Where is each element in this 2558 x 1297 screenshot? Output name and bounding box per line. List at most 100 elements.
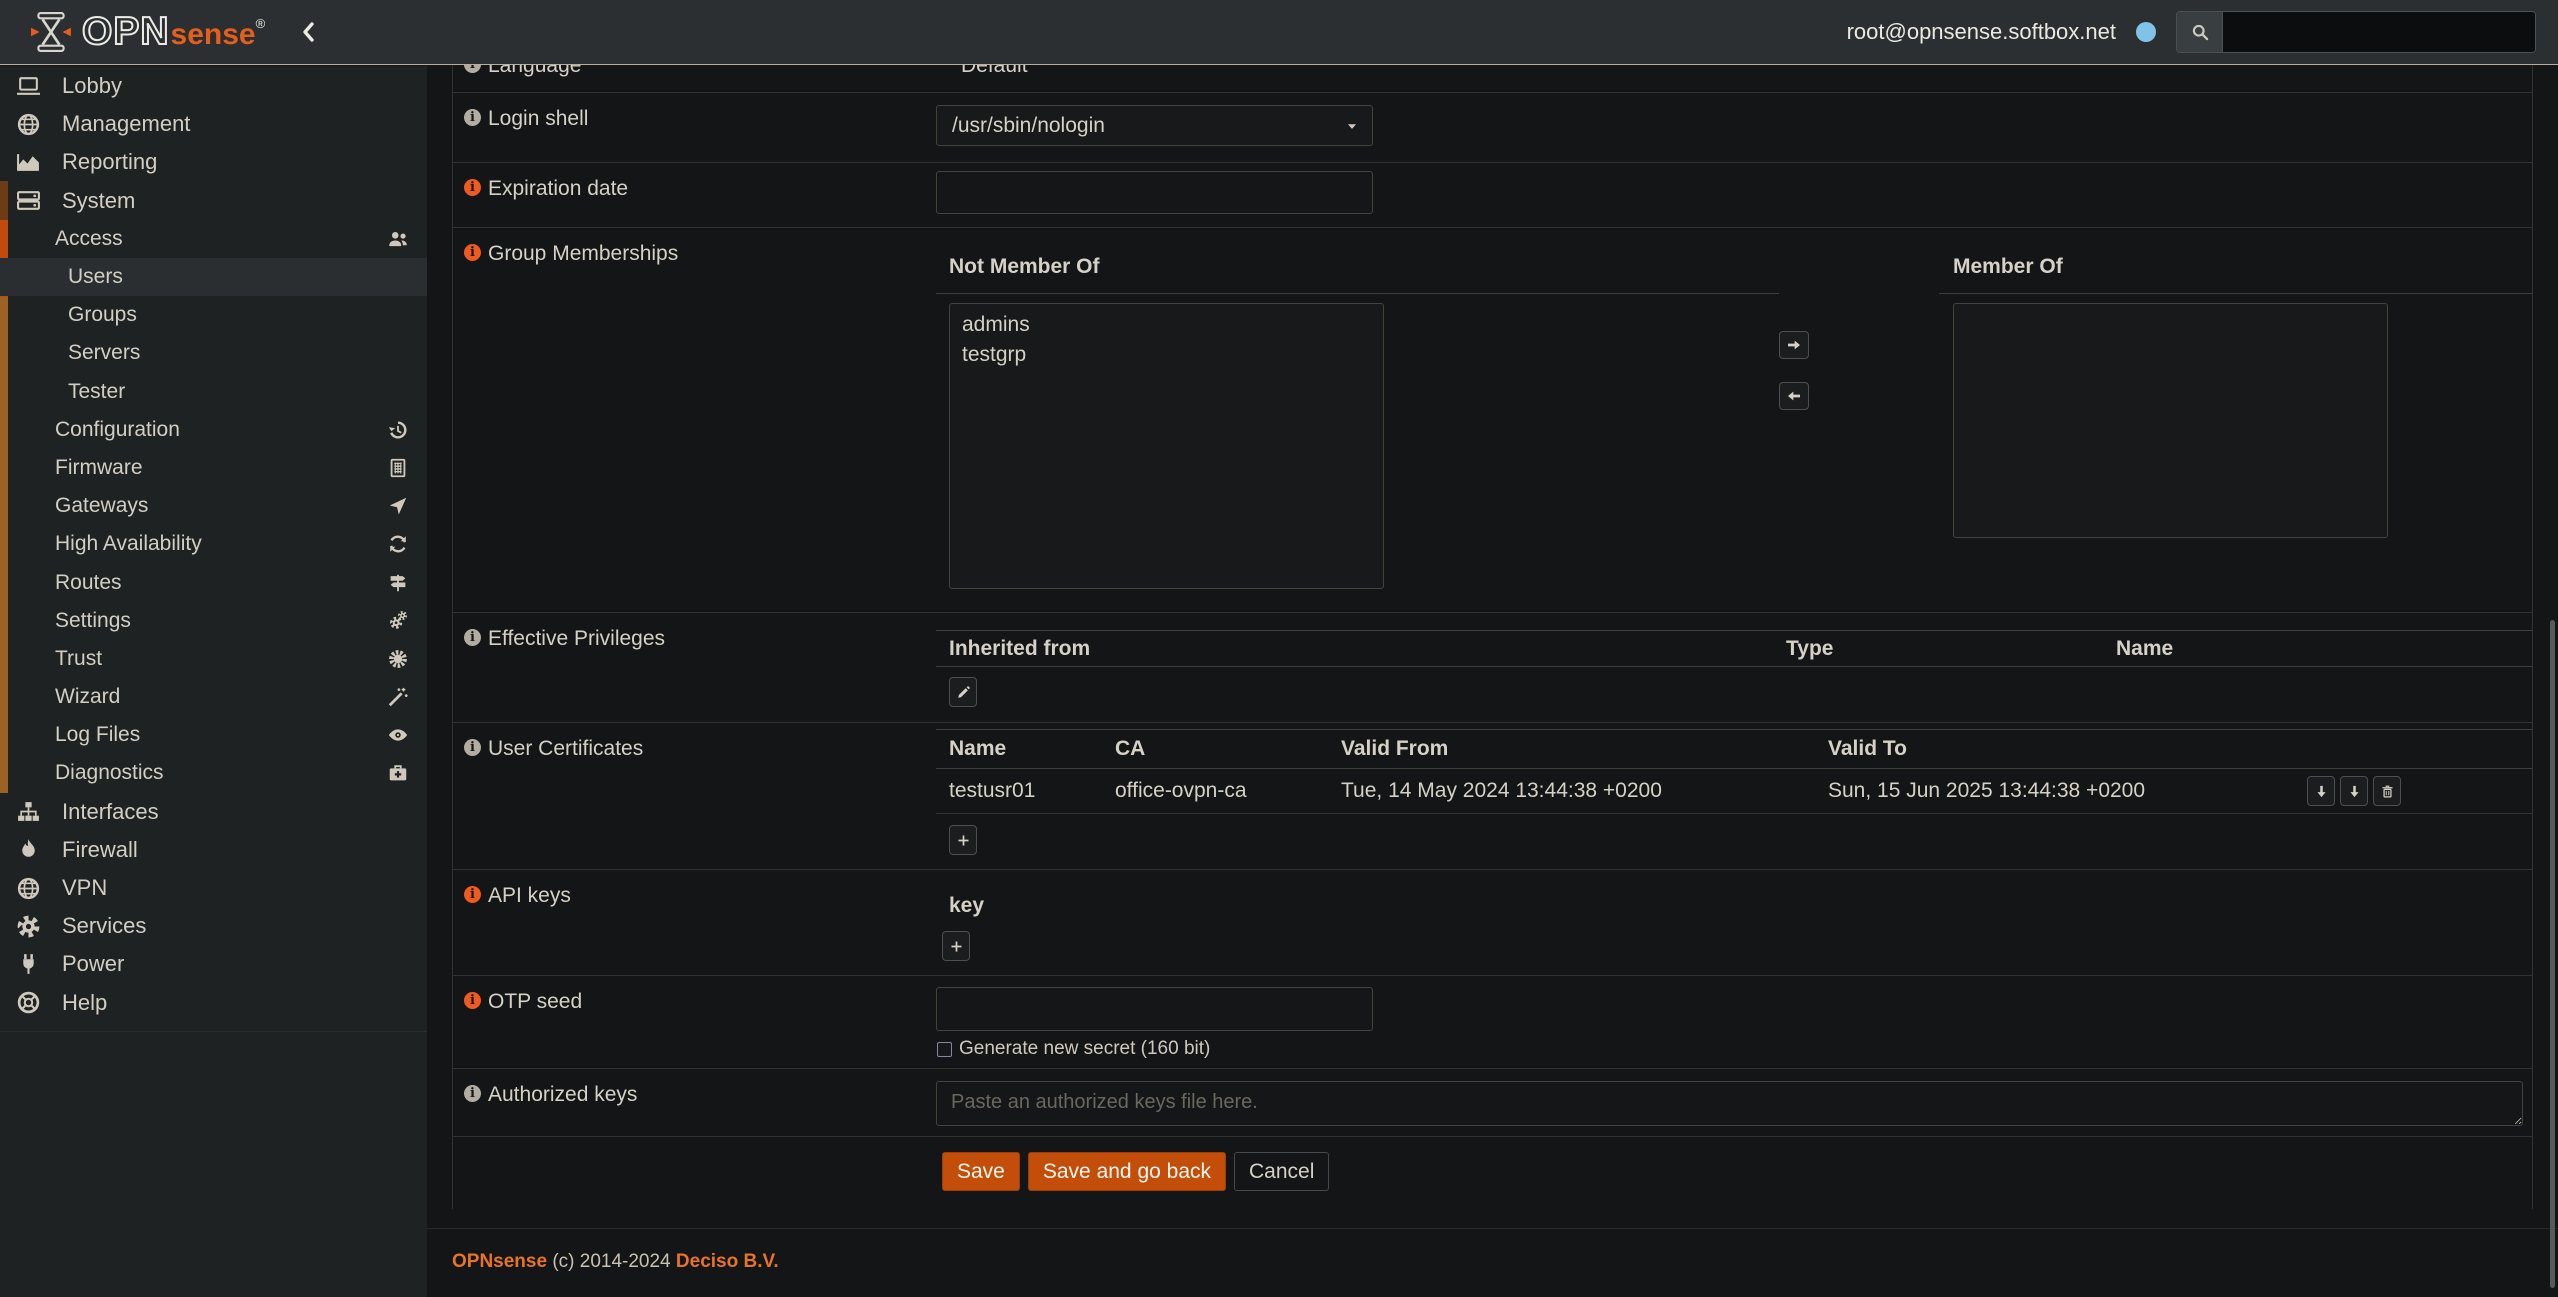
sidebar-item-label: Power <box>62 951 124 977</box>
sidebar-item-label: Interfaces <box>62 799 159 825</box>
globe-icon <box>16 112 41 137</box>
form-row-effective-privileges: i Effective Privileges Inherited from Ty… <box>453 613 2532 723</box>
add-certificate-button[interactable] <box>949 825 977 855</box>
laptop-icon <box>16 74 41 99</box>
sidebar-item-groups[interactable]: Groups <box>0 296 427 334</box>
chevron-left-icon <box>297 20 321 44</box>
sidebar-item-label: Services <box>62 913 146 939</box>
sidebar-item-lobby[interactable]: Lobby <box>0 67 427 105</box>
info-icon[interactable]: i <box>464 629 481 646</box>
users-icon <box>387 228 409 250</box>
download-ca-button[interactable] <box>2340 776 2368 806</box>
sidebar-item-routes[interactable]: Routes <box>0 563 427 601</box>
edit-privileges-button[interactable] <box>949 677 977 707</box>
generate-secret-label: Generate new secret (160 bit) <box>959 1038 1210 1060</box>
sidebar-collapse-button[interactable] <box>297 20 321 44</box>
arrow-left-icon <box>1786 388 1802 404</box>
sidebar-item-services[interactable]: Services <box>0 907 427 945</box>
sidebar-item-system[interactable]: System <box>0 182 427 220</box>
sidebar-item-tester[interactable]: Tester <box>0 373 427 411</box>
fire-icon <box>16 837 41 862</box>
save-button[interactable]: Save <box>942 1152 1020 1191</box>
field-label: Group Memberships <box>488 242 678 266</box>
sidebar-item-power[interactable]: Power <box>0 945 427 983</box>
info-icon[interactable]: i <box>464 109 481 126</box>
search-input[interactable] <box>2223 12 2535 52</box>
plug-icon <box>16 952 41 977</box>
sidebar-item-diagnostics[interactable]: Diagnostics <box>0 754 427 792</box>
sidebar-item-label: Wizard <box>55 685 120 709</box>
info-icon[interactable]: i <box>464 739 481 756</box>
trash-icon <box>2380 784 2395 799</box>
sidebar-item-management[interactable]: Management <box>0 105 427 143</box>
sidebar-item-gateways[interactable]: Gateways <box>0 487 427 525</box>
field-label: Expiration date <box>488 177 628 201</box>
sidebar-item-reporting[interactable]: Reporting <box>0 143 427 181</box>
sidebar-item-vpn[interactable]: VPN <box>0 869 427 907</box>
sidebar-item-label: Firewall <box>62 837 138 863</box>
main-content: i Language Default i Login shell /usr/sb… <box>427 65 2558 1297</box>
not-member-of-listbox[interactable]: admins testgrp <box>949 303 1384 589</box>
info-icon[interactable]: i <box>464 179 481 196</box>
certificate-valid-to: Sun, 15 Jun 2025 13:44:38 +0200 <box>1828 779 2145 803</box>
group-option[interactable]: testgrp <box>950 340 1383 370</box>
search-icon <box>2190 22 2210 42</box>
form-row-group-memberships: i Group Memberships Not Member Of admins… <box>453 228 2532 613</box>
sidebar-item-access[interactable]: Access <box>0 220 427 258</box>
sidebar-item-label: Servers <box>68 341 140 365</box>
column-header: CA <box>1115 737 1341 761</box>
member-of-listbox[interactable] <box>1953 303 2388 538</box>
api-keys-column-header: key <box>949 894 2532 918</box>
sidebar-item-configuration[interactable]: Configuration <box>0 411 427 449</box>
sidebar-item-users[interactable]: Users <box>0 258 427 296</box>
area-chart-icon <box>16 150 41 175</box>
opnsense-footer-link[interactable]: OPNsense <box>452 1251 547 1272</box>
delete-certificate-button[interactable] <box>2373 776 2401 806</box>
firmware-icon <box>387 457 409 479</box>
sidebar-item-label: Reporting <box>62 149 157 175</box>
info-icon[interactable]: i <box>464 1085 481 1102</box>
sidebar-item-firmware[interactable]: Firmware <box>0 449 427 487</box>
vertical-scrollbar[interactable] <box>2550 620 2555 1288</box>
remove-membership-button[interactable] <box>1779 382 1809 410</box>
info-icon[interactable]: i <box>464 992 481 1009</box>
save-and-go-back-button[interactable]: Save and go back <box>1028 1152 1226 1191</box>
generate-secret-checkbox[interactable] <box>937 1042 952 1057</box>
caret-down-icon <box>1345 119 1359 133</box>
authorized-keys-textarea[interactable] <box>936 1081 2523 1126</box>
sidebar-item-help[interactable]: Help <box>0 984 427 1022</box>
sidebar-item-trust[interactable]: Trust <box>0 640 427 678</box>
form-row-language: i Language Default <box>453 65 2532 93</box>
sidebar-item-log-files[interactable]: Log Files <box>0 716 427 754</box>
sidebar-item-high-availability[interactable]: High Availability <box>0 525 427 563</box>
otp-seed-input[interactable] <box>936 987 1373 1031</box>
expiration-date-input[interactable] <box>936 171 1373 214</box>
sidebar-item-settings[interactable]: Settings <box>0 602 427 640</box>
sidebar-item-servers[interactable]: Servers <box>0 334 427 372</box>
not-member-of-header: Not Member Of <box>936 228 1779 294</box>
download-certificate-button[interactable] <box>2307 776 2335 806</box>
eye-icon <box>387 724 409 746</box>
member-of-header: Member Of <box>1939 228 2532 294</box>
status-dot[interactable] <box>2136 22 2156 42</box>
info-icon[interactable]: i <box>464 886 481 903</box>
opnsense-logo[interactable]: OPN sense ® <box>30 10 265 54</box>
cancel-button[interactable]: Cancel <box>1234 1152 1329 1191</box>
login-shell-select[interactable]: /usr/sbin/nologin <box>936 105 1373 146</box>
server-icon <box>16 188 41 213</box>
form-row-otp-seed: i OTP seed Generate new secret (160 bit) <box>453 976 2532 1069</box>
group-option[interactable]: admins <box>950 310 1383 340</box>
sidebar-item-label: High Availability <box>55 532 202 556</box>
add-membership-button[interactable] <box>1779 331 1809 359</box>
sidebar-item-interfaces[interactable]: Interfaces <box>0 793 427 831</box>
info-icon[interactable]: i <box>464 65 481 73</box>
deciso-footer-link[interactable]: Deciso B.V. <box>676 1251 779 1272</box>
sidebar-item-label: Lobby <box>62 73 122 99</box>
sidebar-item-firewall[interactable]: Firewall <box>0 831 427 869</box>
brand-text: OPN sense ® <box>82 10 265 54</box>
sidebar-item-wizard[interactable]: Wizard <box>0 678 427 716</box>
add-api-key-button[interactable] <box>942 931 970 961</box>
field-label: User Certificates <box>488 737 643 761</box>
info-icon[interactable]: i <box>464 244 481 261</box>
sidebar-item-label: Help <box>62 990 107 1016</box>
